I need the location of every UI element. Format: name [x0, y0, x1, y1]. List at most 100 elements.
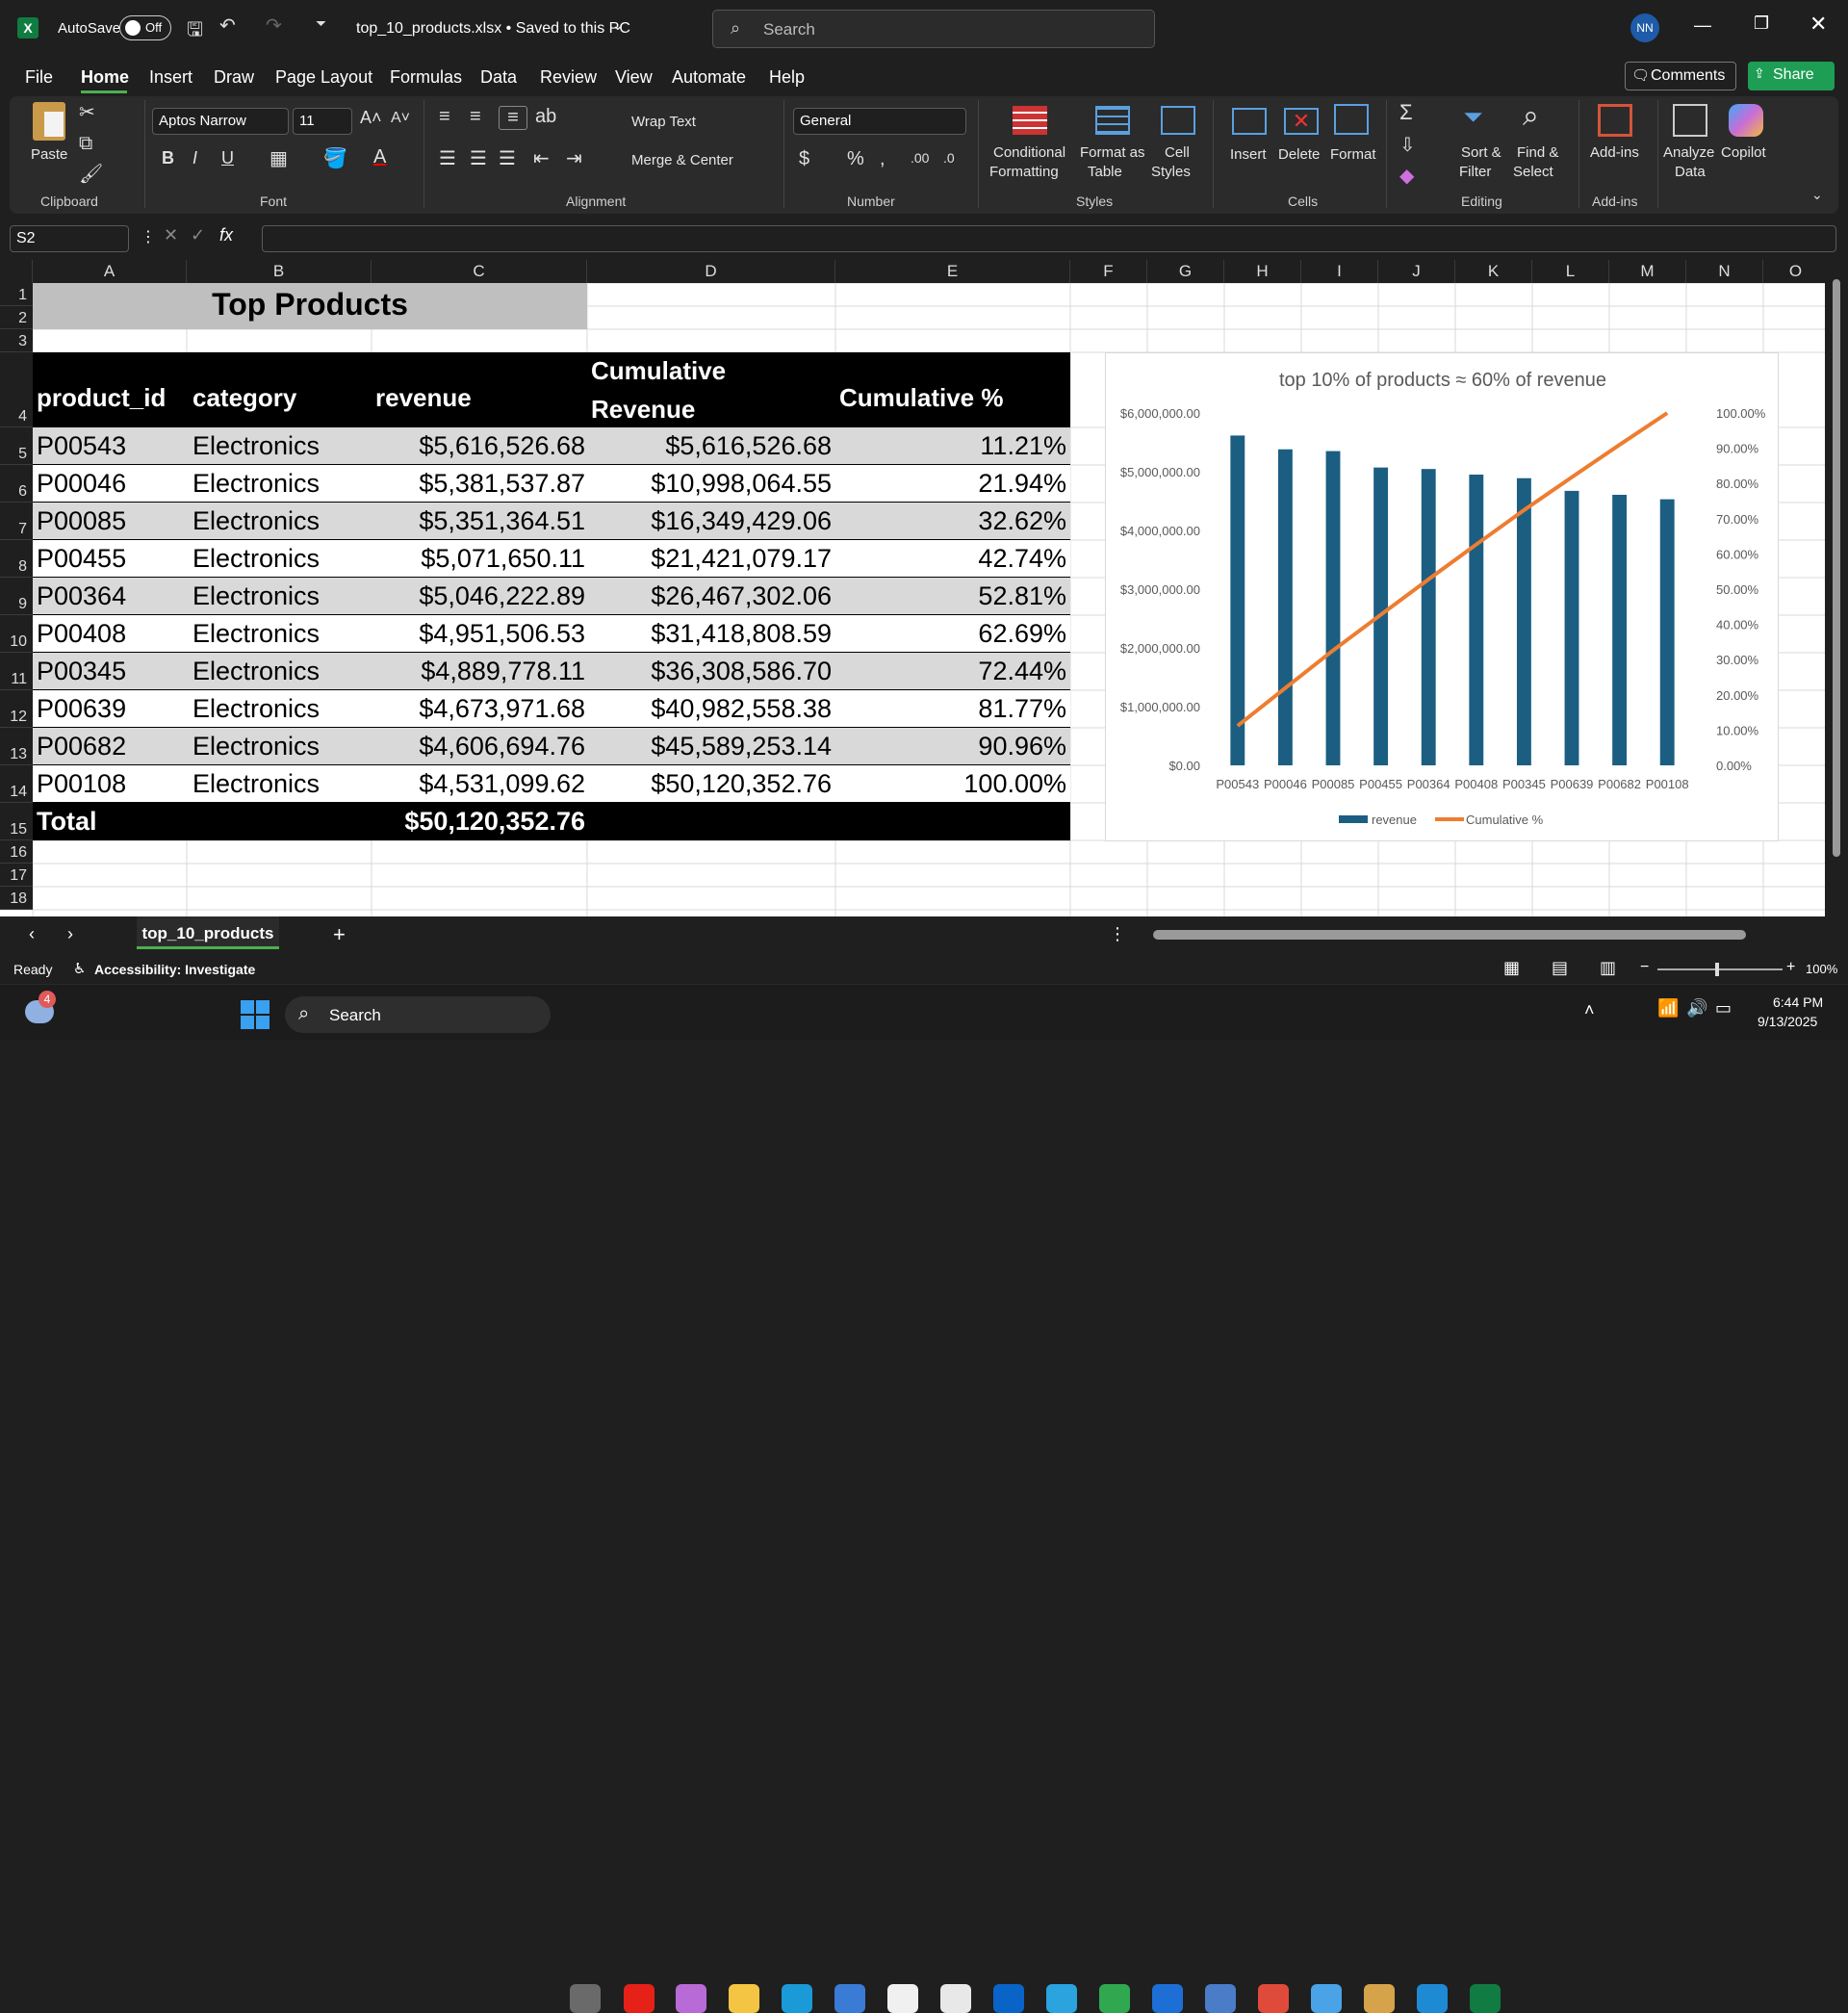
- row-header-16[interactable]: 16: [0, 840, 33, 864]
- column-header-o[interactable]: O: [1763, 260, 1829, 283]
- category-cell[interactable]: Electronics: [192, 469, 366, 499]
- align-right-icon[interactable]: ☰: [499, 146, 516, 170]
- copilot-app-icon[interactable]: [676, 1984, 706, 2013]
- page-break-view-icon[interactable]: ▥: [1600, 958, 1616, 978]
- copilot-button[interactable]: Copilot: [1721, 144, 1766, 161]
- column-header-f[interactable]: F: [1070, 260, 1147, 283]
- cumulative-pct-cell[interactable]: 90.96%: [835, 732, 1066, 761]
- select-all-corner[interactable]: [0, 260, 33, 283]
- number-format-select[interactable]: General: [793, 108, 966, 135]
- zoom-in-icon[interactable]: +: [1786, 959, 1795, 976]
- revenue-cell[interactable]: $4,951,506.53: [372, 619, 585, 649]
- increase-decimal-icon[interactable]: .00: [911, 150, 929, 166]
- category-cell[interactable]: Electronics: [192, 694, 366, 724]
- notepad-icon[interactable]: [1311, 1984, 1342, 2013]
- add-sheet-icon[interactable]: +: [333, 922, 346, 947]
- header-category[interactable]: category: [192, 383, 296, 413]
- header-product-id[interactable]: product_id: [37, 383, 166, 413]
- column-header-b[interactable]: B: [187, 260, 372, 283]
- customize-qat-icon[interactable]: ⏷: [316, 15, 326, 32]
- tab-options-icon[interactable]: ⋮: [1109, 924, 1126, 944]
- row-header-2[interactable]: 2: [0, 306, 33, 329]
- product-id-cell[interactable]: P00639: [37, 694, 181, 724]
- product-id-cell[interactable]: P00085: [37, 506, 181, 536]
- clock-time[interactable]: 6:44 PM: [1773, 994, 1823, 1010]
- clock-date[interactable]: 9/13/2025: [1758, 1014, 1817, 1029]
- chrome-icon[interactable]: [1258, 1984, 1289, 2013]
- product-id-cell[interactable]: P00345: [37, 657, 181, 686]
- cancel-entry-icon[interactable]: ✕: [164, 225, 178, 245]
- sheet-tab-top-10-products[interactable]: top_10_products: [137, 916, 279, 949]
- insert-cells-icon[interactable]: [1232, 108, 1267, 135]
- revenue-cell[interactable]: $5,616,526.68: [372, 431, 585, 461]
- store-icon[interactable]: [834, 1984, 865, 2013]
- autosave-toggle[interactable]: Off: [119, 15, 171, 40]
- header-cumulative[interactable]: Cumulative: [591, 356, 726, 386]
- product-id-cell[interactable]: P00682: [37, 732, 181, 761]
- product-id-cell[interactable]: P00408: [37, 619, 181, 649]
- analyze-data-button[interactable]: Analyze: [1663, 144, 1714, 161]
- cumulative-pct-cell[interactable]: 21.94%: [835, 469, 1066, 499]
- revenue-cell[interactable]: $4,606,694.76: [372, 732, 585, 761]
- zoom-slider[interactable]: [1657, 963, 1783, 976]
- percent-icon[interactable]: %: [847, 148, 864, 170]
- edge-icon[interactable]: [782, 1984, 812, 2013]
- row-header-9[interactable]: 9: [0, 578, 33, 615]
- column-header-a[interactable]: A: [33, 260, 187, 283]
- share-button[interactable]: ⇪ Share: [1748, 62, 1835, 90]
- cumulative-revenue-cell[interactable]: $16,349,429.06: [587, 506, 832, 536]
- battery-icon[interactable]: ▭: [1715, 998, 1732, 1019]
- currency-icon[interactable]: $: [799, 148, 809, 170]
- cumulative-pct-cell[interactable]: 100.00%: [835, 769, 1066, 799]
- add-ins-button[interactable]: Add-ins: [1590, 144, 1639, 161]
- row-header-7[interactable]: 7: [0, 503, 33, 540]
- cumulative-pct-cell[interactable]: 32.62%: [835, 506, 1066, 536]
- search-box[interactable]: ⌕ Search: [712, 10, 1155, 48]
- tab-file[interactable]: File: [25, 67, 53, 88]
- product-id-cell[interactable]: P00364: [37, 581, 181, 611]
- copy-icon[interactable]: ⧉: [79, 133, 92, 155]
- product-id-cell[interactable]: P00108: [37, 769, 181, 799]
- analyze-data-icon[interactable]: [1673, 104, 1707, 137]
- decrease-font-icon[interactable]: A˅: [391, 110, 410, 127]
- product-id-cell[interactable]: P00046: [37, 469, 181, 499]
- tab-draw[interactable]: Draw: [214, 67, 254, 88]
- row-header-3[interactable]: 3: [0, 329, 33, 352]
- task-view-icon[interactable]: [570, 1984, 601, 2013]
- align-center-icon[interactable]: ☰: [470, 146, 487, 170]
- align-left-icon[interactable]: ☰: [439, 146, 456, 170]
- column-header-e[interactable]: E: [835, 260, 1070, 283]
- page-layout-view-icon[interactable]: ▤: [1552, 958, 1568, 978]
- tab-formulas[interactable]: Formulas: [390, 67, 462, 88]
- header-cumulative-pct[interactable]: Cumulative %: [839, 383, 1004, 413]
- normal-view-icon[interactable]: ▦: [1503, 958, 1520, 978]
- cumulative-pct-cell[interactable]: 81.77%: [835, 694, 1066, 724]
- merge-center-button[interactable]: Merge & Center: [631, 152, 733, 168]
- cut-icon[interactable]: ✂: [79, 100, 95, 124]
- cell-styles-icon[interactable]: [1161, 106, 1195, 135]
- row-header-18[interactable]: 18: [0, 887, 33, 910]
- total-label[interactable]: Total: [37, 807, 97, 837]
- category-cell[interactable]: Electronics: [192, 544, 366, 574]
- next-sheet-icon[interactable]: ›: [67, 924, 73, 944]
- conditional-formatting-button[interactable]: Conditional: [993, 144, 1065, 161]
- horizontal-scrollbar[interactable]: [1136, 926, 1821, 942]
- font-size-select[interactable]: 11: [293, 108, 352, 135]
- app-icon-green[interactable]: [1099, 1984, 1130, 2013]
- insert-function-icon[interactable]: fx: [219, 225, 233, 245]
- cumulative-revenue-cell[interactable]: $26,467,302.06: [587, 581, 832, 611]
- amazon-alt-icon[interactable]: [940, 1984, 971, 2013]
- format-painter-icon[interactable]: 🖌: [79, 162, 103, 186]
- find-select-icon[interactable]: ⌕: [1523, 100, 1539, 133]
- collapse-ribbon-icon[interactable]: ⌄: [1811, 187, 1823, 203]
- wrap-text-button[interactable]: Wrap Text: [631, 114, 696, 130]
- row-header-11[interactable]: 11: [0, 653, 33, 690]
- total-value[interactable]: $50,120,352.76: [372, 807, 585, 837]
- row-header-4[interactable]: 4: [0, 352, 33, 427]
- outlook-icon[interactable]: [993, 1984, 1024, 2013]
- avatar[interactable]: NN: [1630, 13, 1659, 42]
- cumulative-pct-cell[interactable]: 52.81%: [835, 581, 1066, 611]
- revenue-cell[interactable]: $4,889,778.11: [372, 657, 585, 686]
- column-header-l[interactable]: L: [1532, 260, 1609, 283]
- excel-taskbar-icon[interactable]: [1470, 1984, 1501, 2013]
